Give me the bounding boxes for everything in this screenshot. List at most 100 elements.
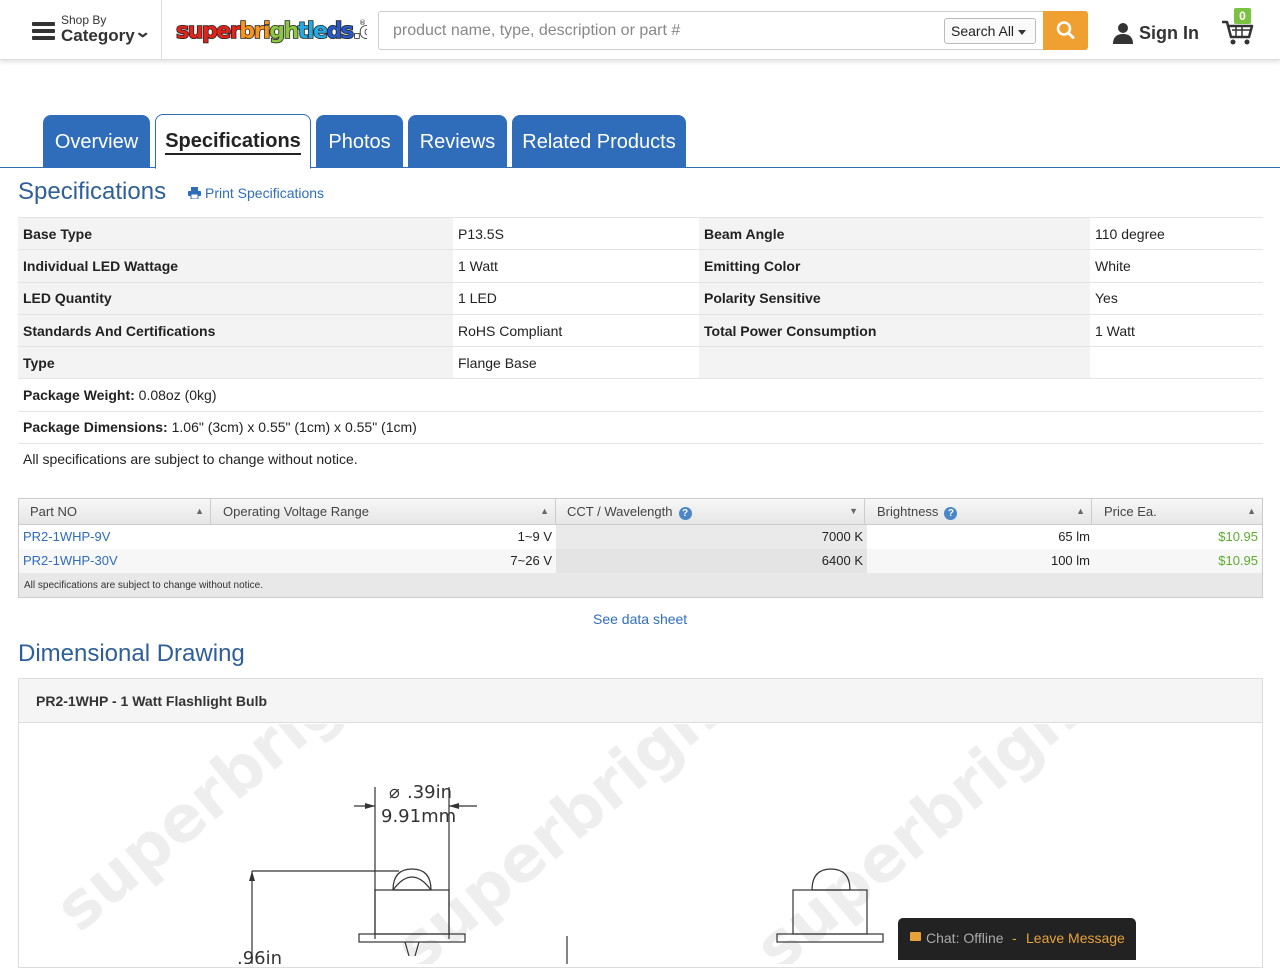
- spec-key: Emitting Color: [699, 249, 1090, 283]
- tab-specifications[interactable]: Specifications: [155, 114, 311, 169]
- svg-text:superbrightleds.com: superbrightleds.com: [176, 19, 367, 44]
- spec-value: 1 Watt: [1090, 313, 1263, 347]
- search-scope-select[interactable]: Search All: [944, 18, 1036, 44]
- product-tabs: Overview Specifications Photos Reviews R…: [0, 114, 1280, 169]
- tab-label: Photos: [328, 131, 391, 153]
- dimensional-panel-title: PR2-1WHP - 1 Watt Flashlight Bulb: [36, 693, 268, 709]
- brightness-cell: 100 lm: [1050, 553, 1090, 568]
- search-bar: Search All: [378, 11, 1044, 50]
- search-button[interactable]: [1043, 11, 1088, 50]
- spec-row: Base Type P13.5S Beam Angle 110 degree: [18, 216, 1263, 250]
- sign-in-label: Sign In: [1139, 23, 1199, 43]
- search-input[interactable]: [393, 12, 933, 49]
- site-header: Shop By Category ⌄ superbrightleds.com ®…: [0, 0, 1280, 60]
- table-row: PR2-1WHP-30V 7~26 V 6400 K 100 lm $10.95: [19, 549, 1262, 573]
- package-weight-label: Package Weight:: [23, 387, 135, 404]
- part-table-header: Part NO ▲ Operating Voltage Range ▲ CCT / …: [19, 499, 1262, 525]
- search-icon: [1056, 21, 1075, 39]
- package-weight-row: Package Weight: 0.08oz (0kg): [18, 378, 1263, 412]
- spec-value: P13.5S: [453, 216, 699, 250]
- column-header-label: Brightness: [877, 504, 939, 519]
- spec-key: Type: [18, 346, 453, 379]
- tab-related-products[interactable]: Related Products: [512, 115, 686, 168]
- column-header-price[interactable]: Price Ea. ▲: [1097, 499, 1262, 524]
- spec-row: LED Quantity 1 LED Polarity Sensitive Ye…: [18, 281, 1263, 315]
- sort-up-icon: ▲: [540, 506, 549, 516]
- brightness-cell: 65 lm: [1058, 529, 1090, 544]
- spec-value: Yes: [1090, 281, 1263, 315]
- voltage-cell: 7~26 V: [510, 553, 552, 568]
- tab-photos[interactable]: Photos: [316, 115, 403, 168]
- spec-row: Standards And Certifications RoHS Compli…: [18, 313, 1263, 347]
- spec-key: Individual LED Wattage: [18, 249, 453, 283]
- spec-key: Base Type: [18, 216, 453, 250]
- logo-graphic: superbrightleds.com ®: [175, 18, 409, 45]
- spec-key: [699, 346, 1090, 379]
- dimensional-panel-header: PR2-1WHP - 1 Watt Flashlight Bulb: [19, 679, 1262, 723]
- part-table-notice: All specifications are subject to change…: [24, 580, 264, 591]
- spec-value: 110 degree: [1090, 216, 1263, 250]
- chat-widget[interactable]: Chat: Offline - Leave Message: [898, 918, 1136, 960]
- cart-button[interactable]: 0: [1220, 8, 1260, 48]
- part-table: Part NO ▲ Operating Voltage Range ▲ CCT / …: [18, 498, 1263, 598]
- column-header-label: Operating Voltage Range: [223, 504, 369, 519]
- package-weight: Package Weight: 0.08oz (0kg): [18, 378, 1263, 412]
- spec-value: [1090, 346, 1263, 379]
- leave-message-link[interactable]: Leave Message: [1026, 930, 1125, 946]
- search-scope-label: Search All: [951, 23, 1015, 39]
- column-header-label: CCT / Wavelength: [567, 504, 673, 519]
- spec-row: Type Flange Base: [18, 346, 1263, 379]
- cct-cell: 6400 K: [556, 549, 867, 573]
- sort-up-icon: ▲: [1076, 506, 1085, 516]
- sort-up-icon: ▲: [195, 506, 204, 516]
- sort-up-icon: ▲: [1247, 506, 1256, 516]
- print-specifications-link[interactable]: Print Specifications: [188, 185, 324, 201]
- specifications-heading: Specifications: [18, 178, 167, 205]
- chat-status: Chat: Offline: [926, 930, 1004, 946]
- tab-label: Related Products: [522, 131, 676, 153]
- see-data-sheet-link[interactable]: See data sheet: [593, 611, 687, 627]
- dimension-inches: .39in: [407, 782, 452, 803]
- menu-icon: [32, 22, 55, 40]
- spec-value: 1 LED: [453, 281, 699, 315]
- spec-value: White: [1090, 249, 1263, 283]
- package-dimensions-label: Package Dimensions:: [23, 419, 168, 436]
- print-specifications-label: Print Specifications: [205, 185, 325, 201]
- package-dimensions-value: 1.06" (3cm) x 0.55" (1cm) x 0.55" (1cm): [171, 419, 417, 436]
- part-number: PR2-1WHP-9V: [23, 529, 111, 544]
- spec-value: RoHS Compliant: [453, 313, 699, 347]
- spec-key: Total Power Consumption: [699, 313, 1090, 347]
- column-header-cct[interactable]: CCT / Wavelength? ▼: [560, 499, 865, 524]
- spec-key: Standards And Certifications: [18, 313, 453, 347]
- help-icon[interactable]: ?: [944, 507, 958, 520]
- part-number: PR2-1WHP-30V: [23, 553, 118, 568]
- cart-count-badge: 0: [1234, 8, 1251, 24]
- column-header-voltage[interactable]: Operating Voltage Range ▲: [216, 499, 556, 524]
- chat-bubble-icon: [910, 932, 921, 941]
- part-number-link[interactable]: PR2-1WHP-30V: [19, 549, 215, 573]
- help-icon[interactable]: ?: [678, 507, 692, 520]
- category-label: Category: [61, 26, 135, 45]
- table-row: PR2-1WHP-9V 1~9 V 7000 K 65 lm $10.95: [19, 525, 1262, 549]
- part-number-link[interactable]: PR2-1WHP-9V: [19, 525, 215, 549]
- tab-label: Reviews: [419, 131, 496, 153]
- shop-by-category-button[interactable]: Shop By Category ⌄: [18, 0, 162, 60]
- chat-separator: -: [1012, 930, 1017, 946]
- spec-key: LED Quantity: [18, 281, 453, 315]
- spec-key: Polarity Sensitive: [699, 281, 1090, 315]
- spec-value: Flange Base: [453, 346, 699, 379]
- package-dimensions: Package Dimensions: 1.06" (3cm) x 0.55" …: [18, 410, 1263, 445]
- dimensional-drawing-heading: Dimensional Drawing: [18, 640, 245, 667]
- tab-reviews[interactable]: Reviews: [408, 115, 507, 168]
- column-header-part-no[interactable]: Part NO ▲: [23, 499, 211, 524]
- site-logo[interactable]: superbrightleds.com ®: [175, 15, 409, 45]
- spec-value: 1 Watt: [453, 249, 699, 283]
- spec-row: Individual LED Wattage 1 Watt Emitting C…: [18, 249, 1263, 283]
- spec-notice: All specifications are subject to change…: [23, 451, 358, 467]
- cct-cell: 7000 K: [556, 525, 867, 549]
- column-header-brightness[interactable]: Brightness? ▲: [870, 499, 1092, 524]
- price-cell: $10.95: [1218, 553, 1258, 568]
- tab-overview[interactable]: Overview: [43, 115, 150, 168]
- caret-down-icon: [1018, 29, 1027, 35]
- price-cell: $10.95: [1218, 529, 1258, 544]
